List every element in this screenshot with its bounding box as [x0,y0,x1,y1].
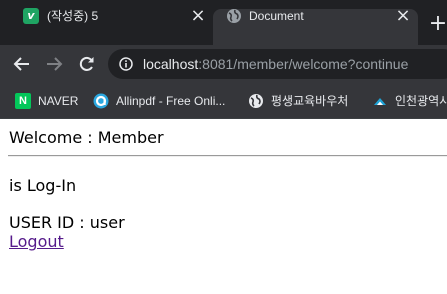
bookmark-label: 인천광역시 [395,94,447,108]
close-icon[interactable]: × [393,6,413,26]
address-bar[interactable]: localhost:8081/member/welcome?continue [108,49,447,79]
globe-icon [227,9,241,23]
bookmark-lifelong-voucher[interactable]: 평생교육바우처 [248,92,366,110]
browser-toolbar: localhost:8081/member/welcome?continue [0,45,447,83]
horizontal-divider [8,155,447,157]
new-tab-plus-icon[interactable]: + [428,13,447,35]
user-id-text: USER ID : user [9,213,125,232]
bookmark-naver[interactable]: N NAVER [15,92,85,110]
close-icon[interactable]: × [188,6,208,26]
naver-icon: N [15,93,31,109]
bookmark-incheon[interactable]: 인천광역시 [372,92,447,110]
incheon-icon [374,98,386,105]
back-arrow-icon[interactable] [12,54,32,74]
info-icon[interactable] [119,57,133,71]
bookmark-label: Allinpdf - Free Onli... [116,94,226,108]
globe-icon [249,94,263,108]
url-path: :8081/member/welcome?continue [198,56,409,72]
tab-strip: v (작성중) 5 × Document × + [0,0,447,45]
velog-favicon-icon: v [23,8,39,24]
login-status-text: is Log-In [9,176,77,195]
bookmark-label: NAVER [38,94,79,108]
allinpdf-icon [93,93,109,109]
bookmark-allinpdf[interactable]: Allinpdf - Free Onli... [93,92,241,110]
page-content: Welcome : Member is Log-In USER ID : use… [0,119,447,294]
logout-link[interactable]: Logout [9,232,64,252]
bookmark-label: 평생교육바우처 [271,94,349,108]
page-title: Welcome : Member [9,128,164,147]
reload-icon[interactable] [77,54,97,74]
url-text[interactable]: localhost:8081/member/welcome?continue [143,55,408,73]
tab-title-document: Document [249,9,304,23]
bookmarks-bar: N NAVER Allinpdf - Free Onli... 평생교육바우처 … [0,83,447,119]
url-host: localhost [143,56,199,72]
tab-title-draft: (작성중) 5 [47,9,99,23]
forward-arrow-icon[interactable] [44,54,64,74]
tab-document[interactable] [213,9,418,45]
